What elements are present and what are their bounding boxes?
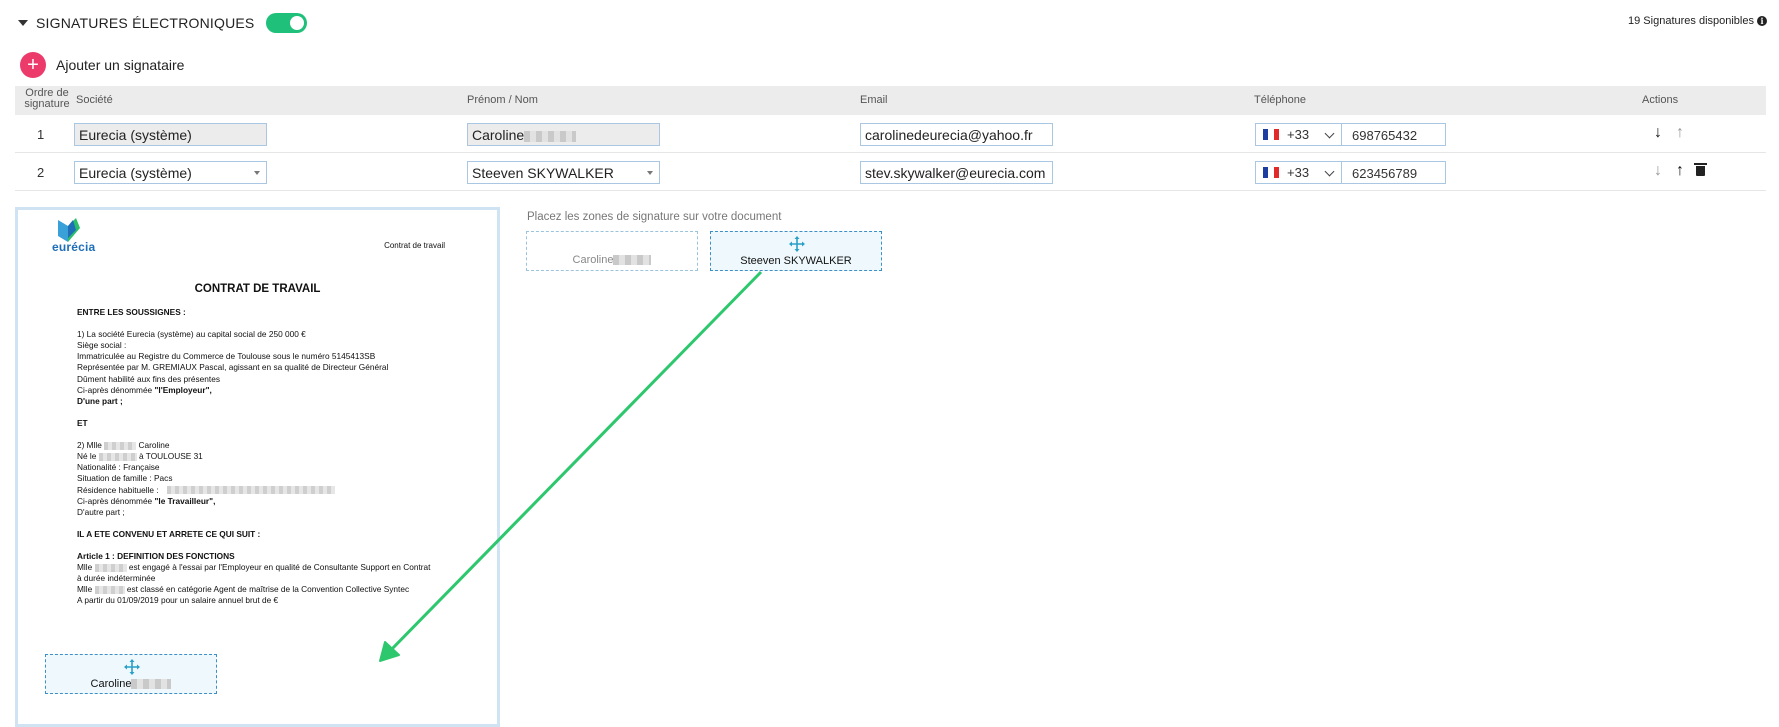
signature-order: 1 bbox=[37, 127, 45, 142]
column-actions: Actions bbox=[1642, 94, 1679, 106]
signatures-toggle[interactable] bbox=[266, 13, 308, 33]
available-signatures-text: 19 Signatures disponibles bbox=[1628, 15, 1754, 27]
add-signer-label: Ajouter un signataire bbox=[56, 57, 185, 73]
doc-line: Immatriculée au Registre du Commerce de … bbox=[77, 351, 376, 362]
trash-icon[interactable] bbox=[1694, 163, 1707, 176]
doc-line: Nationalité : Française bbox=[77, 462, 160, 473]
doc-line: 1) La société Eurecia (système) au capit… bbox=[77, 329, 306, 340]
placed-signature-zone[interactable]: Caroline bbox=[45, 654, 217, 694]
doc-line: ENTRE LES SOUSSIGNES : bbox=[77, 307, 186, 317]
signature-zone-caroline[interactable]: Caroline bbox=[526, 231, 698, 271]
doc-line: Dûment habilité aux fins des présentes bbox=[77, 373, 220, 384]
arrow-down-icon[interactable]: ↓ bbox=[1647, 125, 1669, 141]
section-title: SIGNATURES ÉLECTRONIQUES bbox=[36, 15, 255, 31]
email-field[interactable]: stev.skywalker@eurecia.com bbox=[860, 161, 1053, 184]
column-email: Email bbox=[860, 94, 888, 106]
arrow-up-icon[interactable]: ↑ bbox=[1669, 163, 1691, 179]
available-signatures: 19 Signatures disponibles i bbox=[1628, 15, 1767, 27]
doc-line: D'autre part ; bbox=[77, 506, 125, 517]
company-select[interactable]: Eurecia (système) bbox=[74, 161, 267, 184]
doc-line: 2) Mlle Caroline bbox=[77, 440, 170, 451]
document-header-right: Contrat de travail bbox=[384, 241, 445, 250]
redacted-text bbox=[524, 130, 577, 142]
row-actions: ↓ ↑ bbox=[1647, 163, 1707, 179]
doc-line: A partir du 01/09/2019 pour un salaire a… bbox=[77, 595, 279, 606]
dial-code-select[interactable]: +33 bbox=[1255, 123, 1342, 146]
placed-zone-name: Caroline bbox=[46, 678, 216, 690]
info-icon[interactable]: i bbox=[1757, 16, 1767, 26]
zone-name: Steeven SKYWALKER bbox=[740, 255, 852, 267]
table-row: 1 Eurecia (système) Caroline carolinedeu… bbox=[15, 115, 1766, 153]
zone-name: Caroline bbox=[527, 254, 697, 266]
phone-number-input[interactable]: 698765432 bbox=[1342, 123, 1446, 146]
dial-code: +33 bbox=[1287, 127, 1310, 142]
document-preview[interactable]: eurécia Contrat de travail CONTRAT DE TR… bbox=[15, 207, 500, 727]
add-signer-button[interactable]: + Ajouter un signataire bbox=[20, 52, 184, 78]
doc-line: Mlle est classé en catégorie Agent de ma… bbox=[77, 584, 410, 595]
chevron-down-icon bbox=[1324, 166, 1335, 177]
section-header[interactable]: SIGNATURES ÉLECTRONIQUES bbox=[18, 12, 308, 34]
arrow-up-icon[interactable]: ↑ bbox=[1669, 125, 1691, 141]
name-field: Caroline bbox=[467, 123, 660, 146]
signature-zone-steeven[interactable]: Steeven SKYWALKER bbox=[710, 231, 882, 271]
plus-icon: + bbox=[20, 52, 46, 78]
email-field[interactable]: carolinedeurecia@yahoo.fr bbox=[860, 123, 1053, 146]
doc-line: Ci-après dénommée "le Travailleur", bbox=[77, 495, 216, 506]
dial-code-select[interactable]: +33 bbox=[1255, 161, 1342, 184]
arrow-down-icon[interactable]: ↓ bbox=[1647, 163, 1669, 179]
chevron-down-icon bbox=[1324, 128, 1335, 139]
doc-line: Représentée par M. GREMIAUX Pascal, agis… bbox=[77, 362, 389, 373]
doc-line: Né le à TOULOUSE 31 bbox=[77, 451, 203, 462]
doc-line: Siège social : bbox=[77, 340, 127, 351]
placement-hint: Placez les zones de signature sur votre … bbox=[527, 211, 782, 223]
column-phone: Téléphone bbox=[1254, 94, 1306, 106]
table-row: 2 Eurecia (système) Steeven SKYWALKER st… bbox=[15, 153, 1766, 191]
doc-line: ET bbox=[77, 417, 88, 428]
doc-line: D'une part ; bbox=[77, 395, 123, 406]
table-header: Ordre de signature Société Prénom / Nom E… bbox=[15, 86, 1766, 115]
doc-line: IL A ETE CONVENU ET ARRETE CE QUI SUIT : bbox=[77, 528, 261, 539]
flag-fr-icon bbox=[1263, 129, 1279, 140]
move-icon[interactable] bbox=[124, 659, 140, 675]
name-select[interactable]: Steeven SKYWALKER bbox=[467, 161, 660, 184]
document-title: CONTRAT DE TRAVAIL bbox=[194, 283, 321, 295]
document-body: ENTRE LES SOUSSIGNES : 1) La société Eur… bbox=[77, 307, 430, 607]
doc-line: Mlle est engagé à l'essai par l'Employeu… bbox=[77, 562, 431, 573]
dial-code: +33 bbox=[1287, 165, 1310, 180]
row-actions: ↓ ↑ bbox=[1647, 125, 1691, 141]
flag-fr-icon bbox=[1263, 167, 1279, 178]
doc-line: Situation de famille : Pacs bbox=[77, 473, 173, 484]
logo-text: eurécia bbox=[52, 240, 96, 254]
doc-line: Ci-après dénommée "l'Employeur", bbox=[77, 384, 212, 395]
company-field: Eurecia (système) bbox=[74, 123, 267, 146]
column-name: Prénom / Nom bbox=[467, 94, 538, 106]
doc-line: à durée indéterminée bbox=[77, 573, 156, 584]
toggle-knob bbox=[290, 16, 305, 30]
column-order: Ordre de signature bbox=[24, 87, 70, 110]
doc-line: Article 1 : DEFINITION DES FONCTIONS bbox=[77, 551, 235, 562]
signature-order: 2 bbox=[37, 165, 45, 180]
move-icon[interactable] bbox=[789, 236, 805, 252]
column-company: Société bbox=[76, 94, 113, 106]
doc-line: Résidence habituelle : bbox=[77, 485, 430, 496]
phone-field: +33 623456789 bbox=[1255, 161, 1446, 184]
signers-table: Ordre de signature Société Prénom / Nom E… bbox=[15, 86, 1766, 191]
phone-number-input[interactable]: 623456789 bbox=[1342, 161, 1446, 184]
phone-field: +33 698765432 bbox=[1255, 123, 1446, 146]
caret-down-icon[interactable] bbox=[18, 20, 28, 26]
